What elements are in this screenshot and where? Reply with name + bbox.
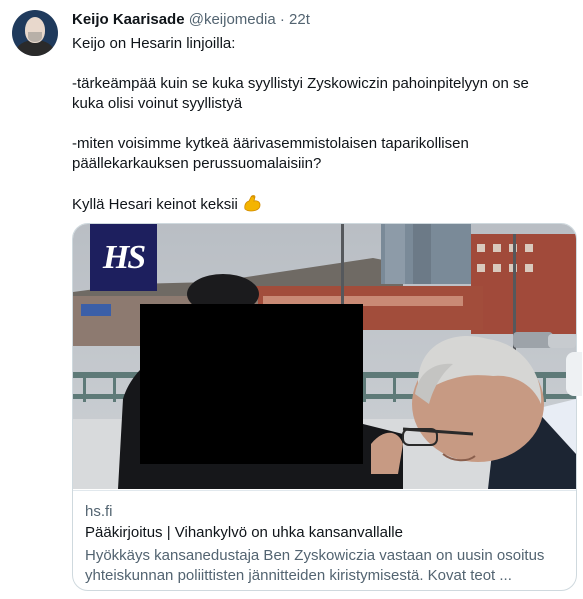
tweet-paragraph-2: -miten voisimme kytkeä äärivasemmistolai… [72,135,469,172]
hs-logo: HS [102,239,146,276]
author-name[interactable]: Keijo Kaarisade [72,11,185,28]
card-description: Hyökkäys kansanedustaja Ben Zyskowiczia … [85,547,545,584]
tweet-text: Keijo on Hesarin linjoilla: -tärkeämpää … [72,34,562,215]
card-title: Pääkirjoitus | Vihankylvö on uhka kansan… [85,524,403,541]
tweet-closing: Kyllä Hesari keinot keksii [72,194,562,215]
censor-box [140,304,363,464]
link-card[interactable]: HS hs.fi Pääkirjoitus | Vihankylvö on uh… [72,223,577,591]
tweet-header: Keijo Kaarisade @keijomedia · 22t [72,10,310,30]
article-photo[interactable]: HS [73,224,576,489]
avatar-beard [28,32,42,42]
tweet-closing-text: Kyllä Hesari keinot keksii [72,196,238,213]
author-handle[interactable]: @keijomedia [189,11,276,28]
card-domain: hs.fi [85,503,113,520]
tweet[interactable]: Keijo Kaarisade @keijomedia · 22t Keijo … [0,0,583,599]
tweet-paragraph-1: -tärkeämpää kuin se kuka syyllistyi Zysk… [72,75,529,112]
flexed-biceps-icon [244,195,261,212]
tweet-line-1: Keijo on Hesarin linjoilla: [72,35,236,52]
avatar[interactable] [12,10,58,56]
tweet-time[interactable]: 22t [289,11,310,28]
card-meta[interactable]: hs.fi Pääkirjoitus | Vihankylvö on uhka … [73,490,576,590]
scroll-handle[interactable] [566,352,582,396]
separator-dot: · [279,11,285,28]
